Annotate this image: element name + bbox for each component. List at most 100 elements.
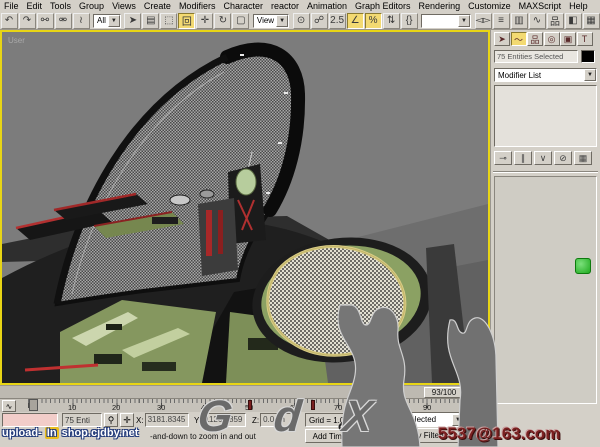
move-icon[interactable]: ✛ — [196, 13, 213, 29]
frame-label[interactable]: 20 — [112, 403, 120, 412]
keyframe[interactable] — [311, 400, 315, 410]
time-slider[interactable]: 93/100 — [0, 385, 490, 398]
select-manipulate-icon[interactable]: ☍ — [311, 13, 328, 29]
menu-item[interactable]: Animation — [303, 1, 351, 11]
show-end-result-button[interactable]: ∥ — [514, 151, 532, 165]
viewport-canvas[interactable] — [2, 32, 488, 383]
chevron-down-icon[interactable]: ▼ — [276, 15, 288, 27]
y-value[interactable]: 1126.4859 — [202, 413, 246, 427]
menu-item[interactable]: Tools — [46, 1, 75, 11]
mini-curve-editor-button[interactable]: ∿ — [2, 400, 16, 412]
frame-label[interactable]: 30 — [157, 403, 165, 412]
object-color-swatch[interactable] — [581, 50, 595, 63]
key-mode-dropdown[interactable]: Selected ▼ — [401, 412, 465, 427]
chevron-down-icon[interactable]: ▼ — [458, 15, 470, 27]
use-pivot-icon[interactable]: ⊙ — [293, 13, 310, 29]
cockpit-console[interactable] — [198, 198, 238, 276]
pin-stack-button[interactable]: ⊸ — [494, 151, 512, 165]
redo-icon[interactable]: ↷ — [19, 13, 36, 29]
menu-item[interactable]: File — [0, 1, 23, 11]
keyframe[interactable] — [248, 400, 252, 410]
tab-create[interactable]: ➤ — [494, 32, 510, 46]
chevron-down-icon[interactable]: ▼ — [108, 15, 120, 27]
viewport-label[interactable]: User — [8, 36, 25, 45]
menu-item[interactable]: Graph Editors — [351, 1, 415, 11]
tab-motion[interactable]: ◎ — [544, 32, 560, 46]
remove-modifier-button[interactable]: ⊘ — [554, 151, 572, 165]
scale-icon[interactable]: ▢ — [232, 13, 249, 29]
selection-count: 75 Enti — [62, 413, 102, 427]
tab-display[interactable]: ▣ — [560, 32, 576, 46]
menu-item[interactable]: MAXScript — [515, 1, 566, 11]
snap-25-icon[interactable]: 2.5 — [329, 13, 346, 29]
z-value[interactable]: 0.0cm — [260, 413, 294, 427]
menu-item[interactable]: Help — [565, 1, 592, 11]
z-coordinate[interactable]: Z: 0.0cm — [252, 413, 294, 427]
track-bar[interactable]: ∿ 102030405060708090100 — [0, 398, 490, 412]
ref-coord-dropdown[interactable]: View ▼ — [253, 14, 289, 28]
frame-label[interactable]: 60 — [290, 403, 298, 412]
select-by-name-icon[interactable]: ▤ — [142, 13, 159, 29]
render-setup-icon[interactable]: ▦ — [583, 13, 600, 29]
track-bar-caret[interactable] — [29, 399, 38, 411]
set-key-button[interactable]: Set Key — [360, 428, 395, 443]
named-sets-icon[interactable]: {} — [401, 13, 418, 29]
bind-spacewarp-icon[interactable]: ≀ — [73, 13, 90, 29]
selection-filter-dropdown[interactable]: All ▼ — [93, 14, 121, 28]
auto-key-button[interactable]: Auto Key — [360, 412, 395, 427]
align-icon[interactable]: ≡ — [493, 13, 510, 29]
prompt-line: -and-down to zoom in and out — [150, 432, 256, 441]
time-slider-handle[interactable]: 93/100 — [424, 387, 464, 398]
menu-item[interactable]: Rendering — [415, 1, 465, 11]
frame-label[interactable]: 10 — [68, 403, 76, 412]
keyframe[interactable] — [352, 400, 356, 410]
tab-modify[interactable]: 〜 — [511, 32, 527, 46]
select-object-icon[interactable]: ➤ — [124, 13, 141, 29]
rect-region-icon[interactable]: ⬚ — [160, 13, 177, 29]
unlink-icon[interactable]: ⚮ — [55, 13, 72, 29]
menu-item[interactable]: Customize — [464, 1, 515, 11]
frame-label[interactable]: 40 — [201, 403, 209, 412]
menu-item[interactable]: Character — [219, 1, 267, 11]
make-unique-button[interactable]: ∨ — [534, 151, 552, 165]
messenger-badge-icon[interactable] — [575, 258, 591, 274]
curve-editor-icon[interactable]: ∿ — [529, 13, 546, 29]
frame-label[interactable]: 80 — [378, 403, 386, 412]
menu-item[interactable]: reactor — [267, 1, 303, 11]
absolute-offset-icon[interactable]: ✛ — [120, 413, 134, 427]
x-coordinate[interactable]: X: 3181.8345 — [136, 413, 189, 427]
chevron-down-icon[interactable]: ▼ — [584, 69, 596, 81]
frame-label[interactable]: 70 — [334, 403, 342, 412]
select-link-icon[interactable]: ⚯ — [37, 13, 54, 29]
menu-item[interactable]: Edit — [23, 1, 47, 11]
set-keys-icon[interactable] — [338, 420, 360, 434]
named-sets-dropdown[interactable]: ▼ — [421, 14, 471, 28]
menu-item[interactable]: Modifiers — [175, 1, 220, 11]
angle-snap-icon[interactable]: ∠ — [347, 13, 364, 29]
undo-icon[interactable]: ↶ — [1, 13, 18, 29]
tab-hierarchy[interactable]: 品 — [527, 32, 543, 46]
modifier-stack-list[interactable] — [494, 85, 597, 147]
schematic-view-icon[interactable]: 品 — [547, 13, 564, 29]
y-coordinate[interactable]: Y: 1126.4859 — [194, 413, 246, 427]
menu-item[interactable]: Group — [75, 1, 108, 11]
frame-label[interactable]: 90 — [423, 403, 431, 412]
tab-utilities[interactable]: T — [577, 32, 593, 46]
maxscript-mini-listener[interactable] — [2, 413, 58, 427]
configure-sets-button[interactable]: ▦ — [574, 151, 592, 165]
material-editor-icon[interactable]: ◧ — [565, 13, 582, 29]
selection-lock-icon[interactable]: ⚲ — [104, 413, 118, 427]
x-value[interactable]: 3181.8345 — [145, 413, 189, 427]
window-crossing-icon[interactable]: 回 — [178, 13, 195, 29]
key-filters-button[interactable]: Key Filters... — [398, 428, 462, 443]
rotate-icon[interactable]: ↻ — [214, 13, 231, 29]
modifier-list-dropdown[interactable]: Modifier List ▼ — [494, 68, 597, 82]
mirror-icon[interactable]: ◅▻ — [475, 13, 492, 29]
menu-item[interactable]: Views — [108, 1, 140, 11]
menu-item[interactable]: Create — [140, 1, 175, 11]
percent-snap-icon[interactable]: % — [365, 13, 382, 29]
layer-icon[interactable]: ▥ — [511, 13, 528, 29]
keyframe[interactable] — [468, 400, 472, 410]
chevron-down-icon[interactable]: ▼ — [452, 414, 464, 426]
spinner-snap-icon[interactable]: ⇅ — [383, 13, 400, 29]
